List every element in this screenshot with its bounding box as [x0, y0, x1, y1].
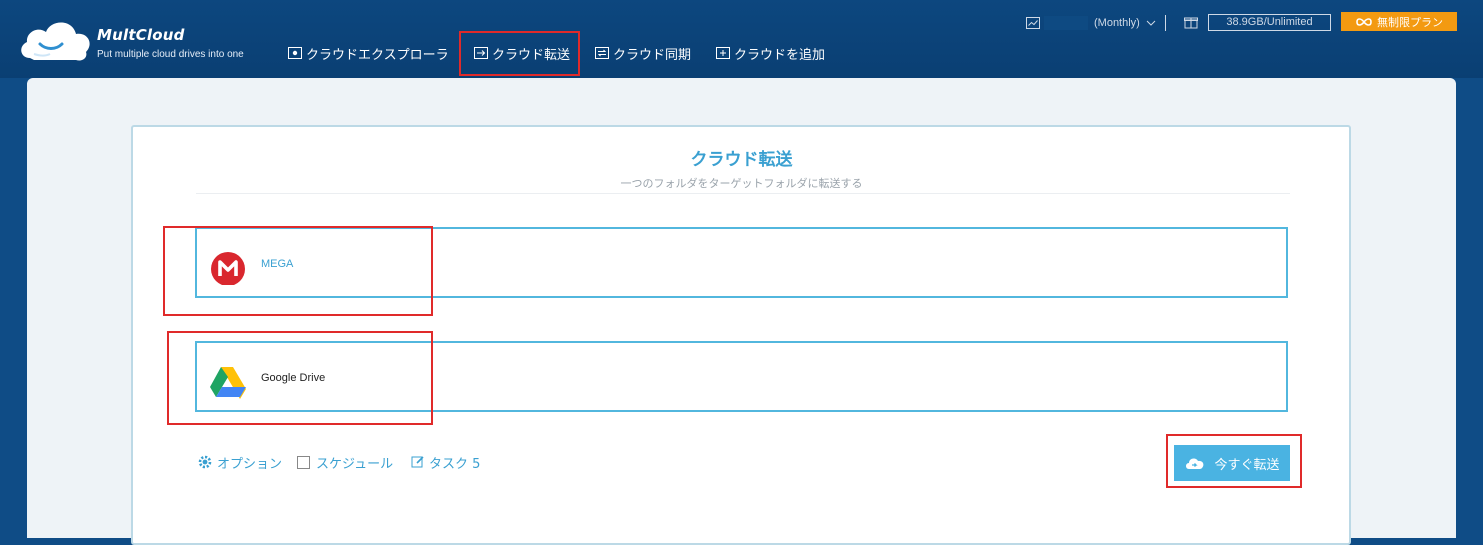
- source-cloud-name: MEGA: [261, 258, 294, 270]
- add-cloud-icon: [716, 47, 730, 59]
- transfer-icon: [474, 47, 488, 59]
- title-divider: [196, 193, 1290, 194]
- mega-icon: [211, 252, 245, 285]
- header-separator: [1164, 15, 1166, 31]
- gear-icon: [198, 455, 212, 469]
- nav-cloud-sync[interactable]: クラウド同期: [595, 40, 691, 66]
- multcloud-logo-icon[interactable]: [16, 14, 96, 68]
- account-plan: (Monthly): [1094, 17, 1140, 29]
- brand-name: MultCloud: [97, 26, 185, 44]
- task-link[interactable]: タスク 5: [411, 453, 481, 472]
- page-title: クラウド転送: [690, 150, 793, 170]
- nav-cloud-explorer[interactable]: クラウドエクスプローラ: [288, 40, 449, 66]
- target-cloud-selector[interactable]: Google Drive: [195, 341, 1288, 412]
- nav-cloud-transfer-label: クラウド転送: [492, 47, 571, 63]
- infinity-icon: [1356, 17, 1372, 26]
- page-subtitle: 一つのフォルダをターゲットフォルダに転送する: [620, 177, 863, 190]
- schedule-checkbox[interactable]: [297, 455, 310, 469]
- schedule-toggle[interactable]: スケジュール: [297, 453, 394, 472]
- nav-cloud-sync-label: クラウド同期: [613, 47, 692, 63]
- nav-cloud-transfer[interactable]: クラウド転送: [474, 40, 570, 66]
- schedule-label: スケジュール: [316, 456, 394, 472]
- gift-icon[interactable]: [1184, 15, 1198, 29]
- cloud-transfer-icon: [1186, 458, 1204, 469]
- nav-add-cloud-label: クラウドを追加: [734, 47, 826, 63]
- storage-usage: 38.9GB/Unlimited: [1208, 14, 1331, 31]
- options-label: オプション: [217, 456, 283, 472]
- transfer-now-label: 今すぐ転送: [1214, 457, 1280, 473]
- task-label: タスク 5: [429, 456, 481, 472]
- chevron-down-icon: [1146, 20, 1156, 26]
- nav-cloud-explorer-label: クラウドエクスプローラ: [306, 47, 449, 63]
- dashboard-icon: [1026, 17, 1040, 29]
- source-cloud-selector[interactable]: MEGA: [195, 227, 1288, 298]
- options-link[interactable]: オプション: [197, 453, 283, 472]
- brand-tagline: Put multiple cloud drives into one: [97, 49, 244, 60]
- upgrade-unlimited-button[interactable]: 無制限プラン: [1341, 12, 1457, 31]
- edit-icon: [411, 456, 424, 468]
- target-cloud-name: Google Drive: [261, 372, 326, 384]
- account-menu[interactable]: (Monthly): [1026, 13, 1166, 33]
- account-name-redacted: [1044, 16, 1088, 30]
- google-drive-icon: [210, 367, 246, 399]
- transfer-now-button[interactable]: 今すぐ転送: [1174, 445, 1290, 481]
- nav-add-cloud[interactable]: クラウドを追加: [716, 40, 825, 66]
- sync-icon: [595, 47, 609, 59]
- top-header: MultCloud Put multiple cloud drives into…: [0, 0, 1483, 78]
- explorer-icon: [288, 47, 302, 59]
- upgrade-label: 無制限プラン: [1377, 15, 1443, 29]
